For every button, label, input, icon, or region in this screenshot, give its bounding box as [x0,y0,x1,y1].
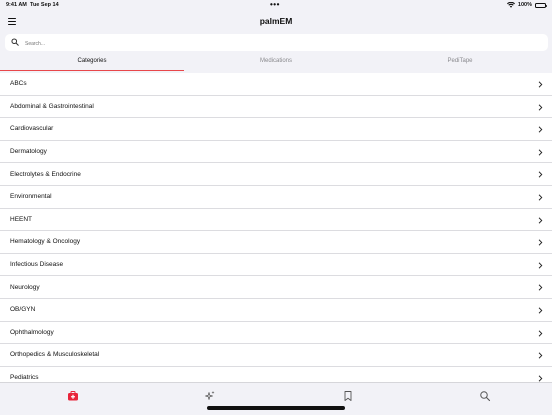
category-row-dermatology[interactable]: Dermatology [0,141,552,164]
search-icon[interactable] [479,390,491,402]
chevron-right-icon [538,104,543,111]
category-label: Orthopedics & Musculoskeletal [10,351,100,359]
chevron-right-icon [538,149,543,156]
chevron-right-icon [538,239,543,246]
chevron-right-icon [538,329,543,337]
chevron-right-icon [538,81,543,88]
category-label: Environmental [10,193,52,201]
battery-icon [535,2,547,8]
bottom-tab-bar [0,382,552,415]
category-label: Hematology & Oncology [10,238,81,246]
category-label: Electrolytes & Endocrine [10,170,81,178]
category-label: Abdominal & Gastrointestinal [10,102,94,110]
chevron-right-icon [538,307,543,314]
category-row-ophthalmology[interactable]: Ophthalmology [0,322,552,345]
chevron-right-icon [538,262,543,269]
status-time: 9:41 AM [6,2,27,8]
category-row-pediatrics[interactable]: Pediatrics [0,367,552,382]
category-row-cardiovascular[interactable]: Cardiovascular [0,118,552,141]
category-row-infectious-disease[interactable]: Infectious Disease [0,254,552,277]
category-label: Dermatology [10,148,47,156]
category-row-neurology[interactable]: Neurology [0,276,552,299]
wifi-icon [506,2,515,8]
category-label: ABCs [10,80,27,88]
search-icon [11,38,19,46]
chevron-right-icon [538,171,543,178]
chevron-right-icon [538,126,543,133]
category-row-abcs[interactable]: ABCs [0,73,552,96]
category-row-orthopedics-musculoskeletal[interactable]: Orthopedics & Musculoskeletal [0,344,552,367]
category-label: HEENT [10,215,33,223]
tab-peditape[interactable]: PediTape [368,56,552,71]
page-title: palmEM [259,16,293,26]
bookmark-icon[interactable] [342,390,354,402]
search-input[interactable] [23,36,527,51]
category-row-electrolytes-endocrine[interactable]: Electrolytes & Endocrine [0,163,552,186]
category-row-heent[interactable]: HEENT [0,209,552,232]
search-bar[interactable] [5,34,548,51]
tab-bar: Categories Medications PediTape [0,56,552,71]
category-label: Neurology [10,283,40,291]
navigation-bar: palmEM [0,12,552,32]
multitasking-dots-icon[interactable]: ••• [270,0,280,9]
chevron-right-icon [538,284,543,291]
tab-medications[interactable]: Medications [184,56,368,71]
category-label: OB/GYN [10,306,36,314]
chevron-right-icon [538,375,543,382]
category-row-ob-gyn[interactable]: OB/GYN [0,299,552,322]
status-bar: 9:41 AM Tue Sep 14 ••• 100% [0,0,552,12]
home-indicator[interactable] [207,406,345,410]
category-list: ABCs Abdominal & Gastrointestinal Cardio… [0,73,552,382]
tab-categories[interactable]: Categories [0,56,184,71]
chevron-right-icon [538,352,543,359]
sparkles-icon[interactable] [204,390,216,402]
status-right: 100% [506,2,547,8]
battery-percent: 100% [517,2,532,8]
medical-kit-icon[interactable] [67,390,79,402]
status-date: Tue Sep 14 [30,2,59,8]
category-row-abdominal-gastrointestinal[interactable]: Abdominal & Gastrointestinal [0,96,552,119]
category-row-environmental[interactable]: Environmental [0,186,552,209]
category-label: Cardiovascular [10,125,54,133]
category-label: Infectious Disease [10,261,64,269]
category-label: Ophthalmology [10,328,54,336]
category-label: Pediatrics [10,374,39,382]
chevron-right-icon [538,216,543,224]
chevron-right-icon [538,194,543,201]
category-row-hematology-oncology[interactable]: Hematology & Oncology [0,231,552,254]
